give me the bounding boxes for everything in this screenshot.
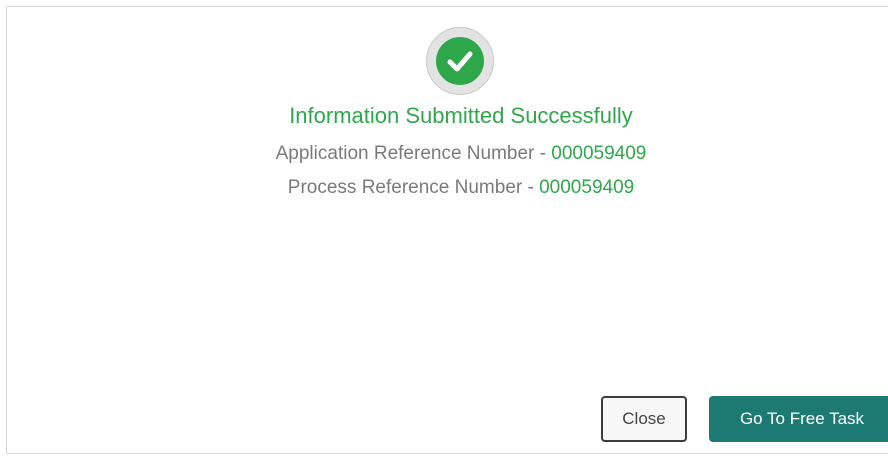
check-circle-icon bbox=[426, 27, 494, 95]
process-reference-line: Process Reference Number - 000059409 bbox=[7, 177, 888, 199]
process-reference-label: Process Reference Number - bbox=[287, 177, 540, 198]
submission-success-dialog: Information Submitted Successfully Appli… bbox=[6, 6, 888, 454]
application-reference-line: Application Reference Number - 000059409 bbox=[7, 143, 888, 165]
process-reference-number: 000059409 bbox=[539, 177, 635, 198]
close-button[interactable]: Close bbox=[601, 396, 687, 442]
success-title: Information Submitted Successfully bbox=[289, 103, 633, 128]
application-reference-number: 000059409 bbox=[551, 143, 647, 164]
go-to-free-task-button[interactable]: Go To Free Task bbox=[709, 396, 888, 442]
application-reference-label: Application Reference Number - bbox=[275, 143, 552, 164]
